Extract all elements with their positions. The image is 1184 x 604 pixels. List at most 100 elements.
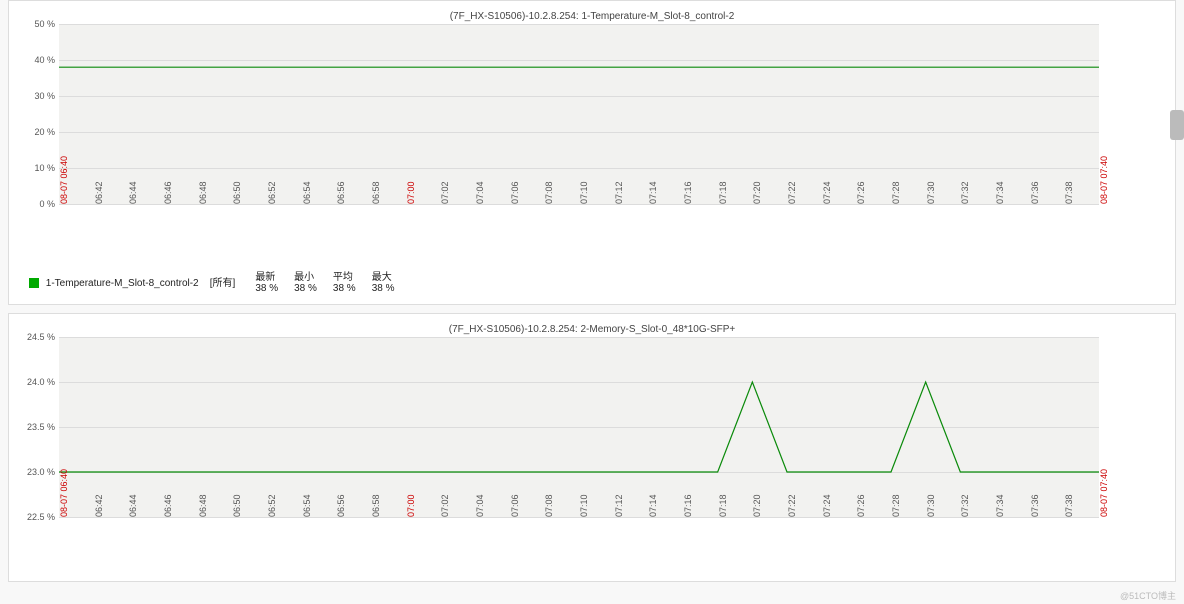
- x-tick: 06:42: [94, 494, 104, 517]
- chart2-title: (7F_HX-S10506)-10.2.8.254: 2-Memory-S_Sl…: [19, 318, 1165, 337]
- x-tick: 06:44: [128, 494, 138, 517]
- x-tick: 07:34: [995, 181, 1005, 204]
- x-tick: 06:42: [94, 181, 104, 204]
- y-tick: 50 %: [34, 19, 59, 29]
- x-tick: 06:56: [336, 494, 346, 517]
- chart1-title: (7F_HX-S10506)-10.2.8.254: 1-Temperature…: [19, 5, 1165, 24]
- header-min: 最小: [286, 268, 325, 283]
- x-tick: 08-07 06:40: [59, 469, 69, 517]
- legend-swatch: [29, 278, 39, 288]
- x-tick: 07:34: [995, 494, 1005, 517]
- chart1-panel: (7F_HX-S10506)-10.2.8.254: 1-Temperature…: [8, 0, 1176, 305]
- chart1-x-axis: 08-07 06:4006:4206:4406:4606:4806:5006:5…: [59, 204, 1099, 264]
- x-tick: 07:30: [926, 181, 936, 204]
- chart1-y-axis: 50 % 40 % 30 % 20 % 10 % 0 %: [19, 24, 59, 204]
- x-tick: 07:18: [718, 181, 728, 204]
- legend-stats-table: 最新 最小 平均 最大 38 % 38 % 38 % 38 %: [247, 268, 402, 294]
- header-avg: 平均: [325, 268, 364, 283]
- x-tick: 07:14: [648, 181, 658, 204]
- x-tick: 07:20: [752, 181, 762, 204]
- stat-min: 38 %: [286, 283, 325, 294]
- x-tick: 06:48: [198, 494, 208, 517]
- x-tick: 06:44: [128, 181, 138, 204]
- x-tick: 07:38: [1064, 494, 1074, 517]
- x-tick: 08-07 07:40: [1099, 156, 1109, 204]
- x-tick: 08-07 07:40: [1099, 469, 1109, 517]
- x-tick: 06:50: [232, 181, 242, 204]
- x-tick: 07:08: [544, 181, 554, 204]
- x-tick: 07:38: [1064, 181, 1074, 204]
- scrollbar-thumb[interactable]: [1170, 110, 1184, 140]
- x-tick: 07:30: [926, 494, 936, 517]
- x-tick: 07:28: [891, 181, 901, 204]
- series-name: 1-Temperature-M_Slot-8_control-2: [46, 278, 199, 289]
- chart2-series: [59, 337, 1099, 517]
- x-tick: 06:50: [232, 494, 242, 517]
- header-max: 最大: [364, 268, 403, 283]
- x-tick: 06:46: [163, 494, 173, 517]
- stat-max: 38 %: [364, 283, 403, 294]
- chart2-plot[interactable]: [59, 337, 1099, 517]
- x-tick: 07:28: [891, 494, 901, 517]
- x-tick: 07:24: [822, 494, 832, 517]
- x-tick: 08-07 06:40: [59, 156, 69, 204]
- x-tick: 06:54: [302, 494, 312, 517]
- x-tick: 07:04: [475, 494, 485, 517]
- x-tick: 06:58: [371, 181, 381, 204]
- x-tick: 07:22: [787, 494, 797, 517]
- x-tick: 07:36: [1030, 181, 1040, 204]
- x-tick: 06:56: [336, 181, 346, 204]
- y-tick: 23.0 %: [27, 467, 59, 477]
- watermark: @51CTO博主: [1120, 589, 1176, 602]
- x-tick: 06:46: [163, 181, 173, 204]
- x-tick: 07:32: [960, 494, 970, 517]
- chart1-legend: 1-Temperature-M_Slot-8_control-2 [所有] 最新…: [29, 268, 1165, 294]
- x-tick: 07:04: [475, 181, 485, 204]
- chart1-plot[interactable]: [59, 24, 1099, 204]
- x-tick: 06:48: [198, 181, 208, 204]
- x-tick: 07:10: [579, 494, 589, 517]
- x-tick: 07:02: [440, 181, 450, 204]
- y-tick: 24.0 %: [27, 377, 59, 387]
- y-tick: 24.5 %: [27, 332, 59, 342]
- x-tick: 07:00: [406, 181, 416, 204]
- x-tick: 06:58: [371, 494, 381, 517]
- chart2-panel: (7F_HX-S10506)-10.2.8.254: 2-Memory-S_Sl…: [8, 313, 1176, 582]
- chart1-series: [59, 24, 1099, 204]
- x-tick: 07:12: [614, 494, 624, 517]
- x-tick: 06:54: [302, 181, 312, 204]
- x-tick: 07:08: [544, 494, 554, 517]
- x-tick: 07:36: [1030, 494, 1040, 517]
- y-tick: 40 %: [34, 55, 59, 65]
- y-tick: 0 %: [39, 199, 59, 209]
- x-tick: 07:26: [856, 494, 866, 517]
- y-tick: 23.5 %: [27, 422, 59, 432]
- x-tick: 07:22: [787, 181, 797, 204]
- x-tick: 07:18: [718, 494, 728, 517]
- y-tick: 22.5 %: [27, 512, 59, 522]
- x-tick: 07:24: [822, 181, 832, 204]
- x-tick: 07:20: [752, 494, 762, 517]
- x-tick: 07:06: [510, 494, 520, 517]
- x-tick: 07:32: [960, 181, 970, 204]
- header-latest: 最新: [247, 268, 286, 283]
- x-tick: 06:52: [267, 494, 277, 517]
- x-tick: 07:16: [683, 494, 693, 517]
- x-tick: 06:52: [267, 181, 277, 204]
- series-scope: [所有]: [210, 278, 236, 289]
- x-tick: 07:16: [683, 181, 693, 204]
- chart2-y-axis: 24.5 % 24.0 % 23.5 % 23.0 % 22.5 %: [19, 337, 59, 517]
- x-tick: 07:14: [648, 494, 658, 517]
- x-tick: 07:02: [440, 494, 450, 517]
- y-tick: 30 %: [34, 91, 59, 101]
- legend-row: 1-Temperature-M_Slot-8_control-2 [所有]: [29, 274, 235, 289]
- x-tick: 07:12: [614, 181, 624, 204]
- x-tick: 07:06: [510, 181, 520, 204]
- x-tick: 07:10: [579, 181, 589, 204]
- y-tick: 20 %: [34, 127, 59, 137]
- chart2-x-axis: 08-07 06:4006:4206:4406:4606:4806:5006:5…: [59, 517, 1099, 577]
- stat-avg: 38 %: [325, 283, 364, 294]
- x-tick: 07:00: [406, 494, 416, 517]
- y-tick: 10 %: [34, 163, 59, 173]
- x-tick: 07:26: [856, 181, 866, 204]
